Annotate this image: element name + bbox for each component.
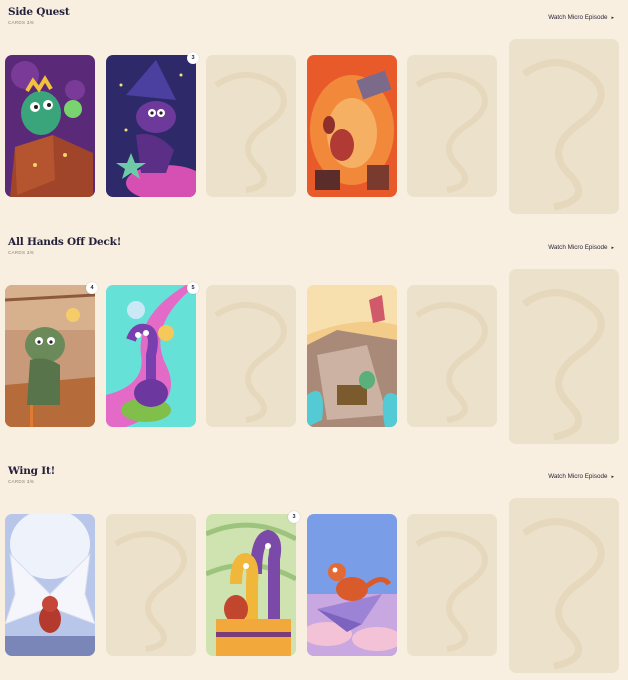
- collected-card-3[interactable]: [206, 514, 296, 656]
- empty-card-slot-2: [106, 514, 196, 656]
- empty-card-slot-3: [206, 285, 296, 427]
- play-arrow-icon: ▸: [611, 473, 614, 480]
- card-count-badge: 3: [187, 52, 199, 64]
- play-arrow-icon: ▸: [611, 244, 614, 251]
- card-collection-page: Side Quest CARDS 3/6 Watch Micro Episode…: [0, 0, 628, 680]
- section-title: All Hands Off Deck!: [8, 236, 122, 248]
- watch-label: Watch Micro Episode: [548, 473, 608, 480]
- collected-card-2[interactable]: [106, 55, 196, 197]
- watch-label: Watch Micro Episode: [548, 14, 608, 21]
- card-count-badge: 3: [288, 511, 300, 523]
- section-card-count: CARDS 3/6: [8, 479, 34, 484]
- empty-card-slot-3: [206, 55, 296, 197]
- section-card-count: CARDS 3/6: [8, 250, 34, 255]
- watch-micro-episode-button[interactable]: Watch Micro Episode ▸: [548, 14, 614, 21]
- section-wing-it: Wing It! CARDS 3/6 Watch Micro Episode ▸: [0, 465, 628, 680]
- watch-micro-episode-button[interactable]: Watch Micro Episode ▸: [548, 473, 614, 480]
- watch-label: Watch Micro Episode: [548, 244, 608, 251]
- section-title: Side Quest: [8, 6, 70, 18]
- empty-card-slot-5: [407, 514, 497, 656]
- collected-card-4[interactable]: [307, 514, 397, 656]
- collected-card-1[interactable]: [5, 285, 95, 427]
- section-title: Wing It!: [8, 465, 55, 477]
- empty-card-slot-5: [407, 55, 497, 197]
- empty-card-slot-6: [509, 498, 619, 673]
- play-arrow-icon: ▸: [611, 14, 614, 21]
- empty-card-slot-6: [509, 39, 619, 214]
- card-count-badge: 4: [86, 282, 98, 294]
- empty-card-slot-6: [509, 269, 619, 444]
- section-card-count: CARDS 3/6: [8, 20, 34, 25]
- collected-card-4[interactable]: [307, 55, 397, 197]
- card-count-badge: 5: [187, 282, 199, 294]
- watch-micro-episode-button[interactable]: Watch Micro Episode ▸: [548, 244, 614, 251]
- section-side-quest: Side Quest CARDS 3/6 Watch Micro Episode…: [0, 6, 628, 221]
- section-all-hands-off-deck: All Hands Off Deck! CARDS 3/6 Watch Micr…: [0, 236, 628, 451]
- collected-card-2[interactable]: [106, 285, 196, 427]
- collected-card-4[interactable]: [307, 285, 397, 427]
- collected-card-1[interactable]: [5, 514, 95, 656]
- collected-card-1[interactable]: [5, 55, 95, 197]
- empty-card-slot-5: [407, 285, 497, 427]
